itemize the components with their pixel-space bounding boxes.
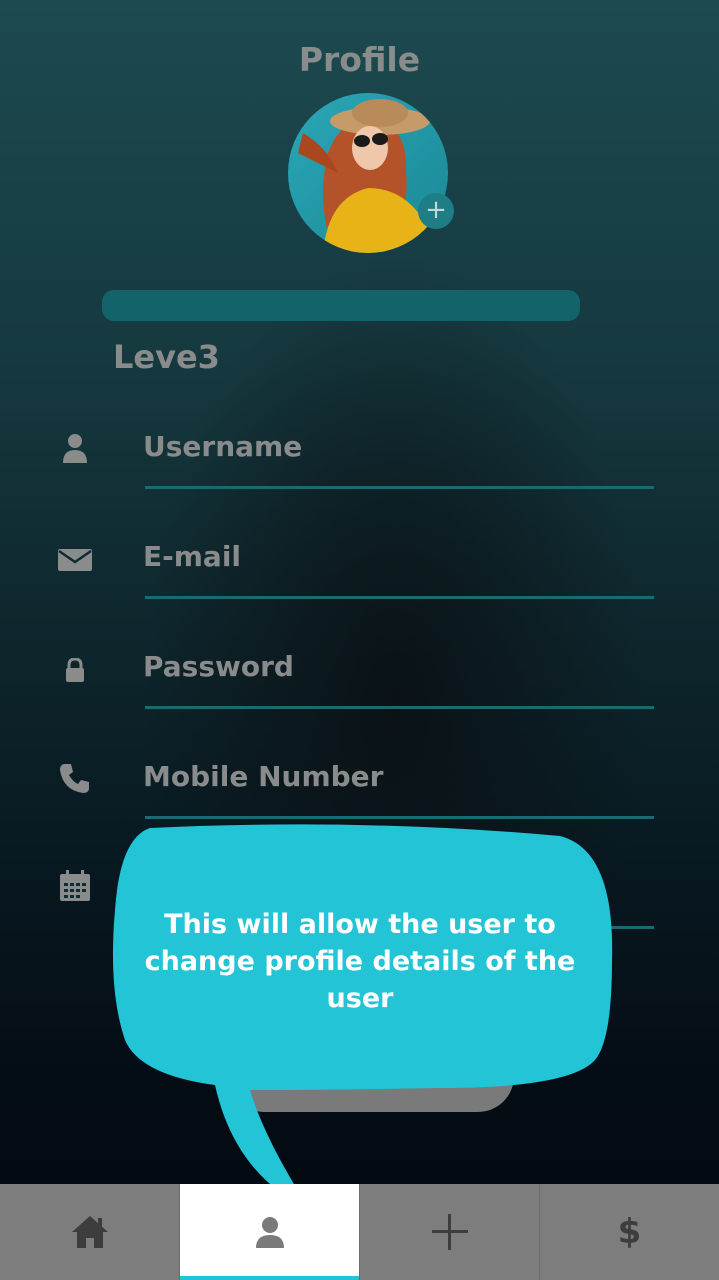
home-icon — [71, 1216, 108, 1248]
nav-home[interactable] — [0, 1184, 180, 1280]
username-field[interactable]: Username — [143, 430, 302, 463]
plus-icon — [431, 1214, 468, 1250]
profile-avatar[interactable] — [288, 93, 448, 253]
tooltip-text: This will allow the user to change profi… — [110, 906, 610, 1017]
nav-add[interactable] — [360, 1184, 540, 1280]
user-icon — [255, 1217, 284, 1248]
add-photo-button[interactable]: + — [418, 193, 454, 229]
email-field[interactable]: E-mail — [143, 540, 241, 573]
password-field[interactable]: Password — [143, 650, 294, 683]
calendar-icon — [55, 866, 95, 906]
dollar-icon: $ — [617, 1212, 642, 1252]
nav-profile[interactable] — [180, 1184, 360, 1280]
mobile-underline — [145, 816, 654, 819]
avatar-image — [288, 93, 448, 253]
plus-icon: + — [425, 195, 447, 225]
page-title: Profile — [298, 40, 421, 79]
email-underline — [145, 596, 654, 599]
bottom-nav: $ — [0, 1184, 719, 1280]
mail-icon — [55, 540, 95, 580]
username-underline — [145, 486, 654, 489]
user-icon — [55, 428, 95, 468]
mobile-number-field[interactable]: Mobile Number — [143, 760, 383, 793]
phone-icon — [55, 758, 95, 798]
level-label: Leve3 — [113, 338, 220, 376]
save-button[interactable] — [228, 1040, 514, 1112]
nav-payments[interactable]: $ — [540, 1184, 719, 1280]
password-underline — [145, 706, 654, 709]
lock-icon — [55, 650, 95, 690]
tooltip-line-2: change profile details of the user — [144, 946, 576, 1014]
tooltip-line-1: This will allow the user to — [164, 909, 556, 940]
level-progress-bar — [102, 290, 580, 321]
